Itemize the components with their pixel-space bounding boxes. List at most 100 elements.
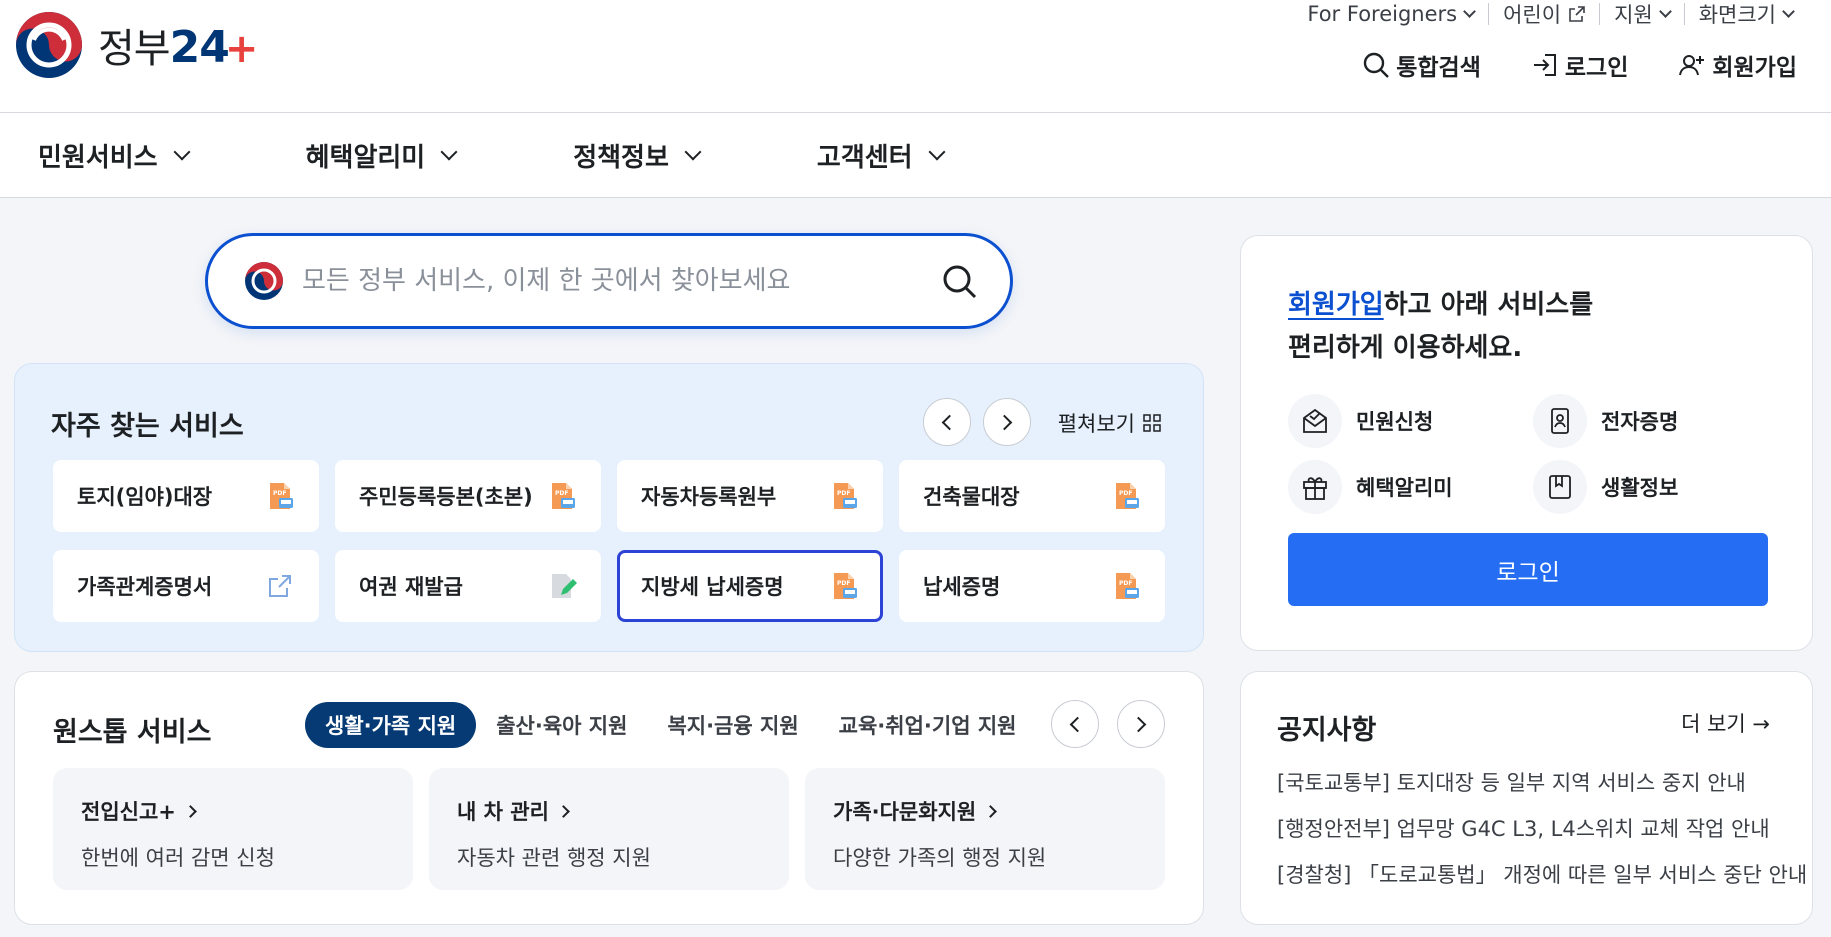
site-logo[interactable]: 정부 24 + — [14, 10, 258, 80]
chevron-down-icon — [684, 143, 702, 161]
search-submit-icon[interactable] — [942, 264, 978, 300]
notice-item[interactable]: [행정안전부] 업무망 G4C L3, L4스위치 교체 작업 안내 — [1277, 806, 1807, 852]
notice-more-link[interactable]: 더 보기 → — [1681, 708, 1770, 738]
main-navigation: 민원서비스 혜택알리미 정책정보 고객센터 — [0, 113, 1831, 198]
chevron-down-icon — [1782, 4, 1795, 18]
signup-inline-link[interactable]: 회원가입 — [1288, 290, 1384, 320]
feature-icon-wrap — [1288, 394, 1342, 448]
service-label: 토지(임야)대장 — [77, 485, 213, 509]
util-screen-size[interactable]: 화면크기 — [1683, 3, 1807, 27]
chevron-right-icon — [557, 804, 570, 818]
feature-label: 혜택알리미 — [1356, 476, 1453, 500]
util-support[interactable]: 지원 — [1599, 3, 1684, 27]
notice-item[interactable]: [국토교통부] 토지대장 등 일부 지역 서비스 중지 안내 — [1277, 760, 1807, 806]
service-tax-certificate[interactable]: 납세증명 PDF — [899, 550, 1165, 622]
util-kids[interactable]: 어린이 — [1488, 3, 1599, 27]
onestop-title: 원스톱 서비스 — [53, 717, 212, 748]
login-panel: 회원가입하고 아래 서비스를 편리하게 이용하세요. 민원신청 전자증명 혜택알… — [1240, 235, 1813, 651]
nav-customer-center[interactable]: 고객센터 — [816, 137, 946, 174]
chevron-left-icon — [941, 414, 958, 430]
notice-list: [국토교통부] 토지대장 등 일부 지역 서비스 중지 안내 [행정안전부] 업… — [1277, 760, 1807, 898]
svg-text:PDF: PDF — [273, 490, 286, 497]
onestop-card-family-multicultural[interactable]: 가족·다문화지원 다양한 가족의 행정 지원 — [805, 768, 1165, 890]
service-label: 지방세 납세증명 — [641, 575, 784, 599]
bookmark-icon — [1549, 475, 1571, 499]
svg-text:PDF: PDF — [1119, 490, 1132, 497]
feature-icon-wrap — [1533, 460, 1587, 514]
util-label: For Foreigners — [1307, 2, 1458, 26]
service-building-register[interactable]: 건축물대장 PDF — [899, 460, 1165, 532]
onestop-card-move-in[interactable]: 전입신고+ 한번에 여러 감면 신청 — [53, 768, 413, 890]
taegeuk-emblem-icon — [245, 262, 283, 300]
taegeuk-logo-icon — [16, 12, 82, 78]
chevron-down-icon — [1658, 4, 1672, 18]
onestop-prev-button[interactable] — [1051, 700, 1099, 748]
feature-icon-wrap — [1288, 460, 1342, 514]
feature-civil-application[interactable]: 민원신청 — [1288, 394, 1433, 448]
integrated-search-label: 통합검색 — [1396, 55, 1481, 81]
card-desc: 자동차 관련 행정 지원 — [457, 846, 651, 870]
card-title-text: 가족·다문화지원 — [833, 800, 977, 824]
integrated-search-link[interactable]: 통합검색 — [1362, 48, 1481, 82]
expand-view-button[interactable]: 펼쳐보기 — [1058, 408, 1161, 438]
search-input[interactable] — [302, 266, 882, 296]
feature-benefit-alerts[interactable]: 혜택알리미 — [1288, 460, 1453, 514]
tab-birth-childcare[interactable]: 출산·육아 지원 — [476, 702, 647, 748]
nav-label: 혜택알리미 — [305, 142, 426, 173]
card-desc: 한번에 여러 감면 신청 — [81, 846, 275, 870]
chevron-down-icon — [440, 143, 458, 161]
service-label: 가족관계증명서 — [77, 575, 213, 599]
login-icon — [1533, 54, 1556, 76]
login-message: 회원가입하고 아래 서비스를 편리하게 이용하세요. — [1288, 284, 1593, 370]
svg-text:PDF: PDF — [837, 580, 850, 587]
onestop-next-button[interactable] — [1117, 700, 1165, 748]
nav-civil-services[interactable]: 민원서비스 — [38, 137, 191, 174]
notice-item[interactable]: [경찰청] 「도로교통법」 개정에 따른 일부 서비스 중단 안내 — [1277, 852, 1807, 898]
search-icon — [1364, 52, 1390, 78]
feature-label: 민원신청 — [1356, 410, 1434, 434]
chevron-left-icon — [1069, 716, 1086, 732]
chevron-right-icon — [984, 804, 998, 818]
nav-label: 고객센터 — [816, 142, 913, 173]
login-button[interactable]: 로그인 — [1288, 533, 1768, 606]
service-resident-register[interactable]: 주민등록등본(초본) PDF — [335, 460, 601, 532]
service-local-tax-certificate[interactable]: 지방세 납세증명 PDF — [617, 550, 883, 622]
pdf-icon: PDF — [1116, 483, 1139, 509]
svg-text:PDF: PDF — [1119, 580, 1132, 587]
feature-label: 생활정보 — [1601, 476, 1679, 500]
signup-link[interactable]: 회원가입 — [1678, 48, 1797, 82]
main-search-bar — [205, 233, 1013, 329]
envelope-check-icon — [1303, 408, 1327, 433]
feature-life-info[interactable]: 생활정보 — [1533, 460, 1678, 514]
util-label: 어린이 — [1503, 3, 1562, 27]
login-link[interactable]: 로그인 — [1531, 48, 1628, 82]
nav-policy-info[interactable]: 정책정보 — [573, 137, 702, 174]
logo-name: 정부 — [98, 26, 171, 72]
service-family-certificate[interactable]: 가족관계증명서 — [53, 550, 319, 622]
service-passport-reissue[interactable]: 여권 재발급 — [335, 550, 601, 622]
card-title-text: 전입신고+ — [81, 800, 176, 824]
service-land-register[interactable]: 토지(임야)대장 PDF — [53, 460, 319, 532]
tab-education-employment[interactable]: 교육·취업·기업 지원 — [819, 702, 1037, 748]
pdf-icon: PDF — [1116, 573, 1139, 599]
frequent-services-title: 자주 찾는 서비스 — [51, 411, 244, 442]
service-vehicle-register[interactable]: 자동차등록원부 PDF — [617, 460, 883, 532]
frequent-prev-button[interactable] — [923, 398, 971, 446]
tab-life-family[interactable]: 생활·가족 지원 — [305, 702, 477, 748]
nav-benefit-alerts[interactable]: 혜택알리미 — [305, 137, 458, 174]
onestop-card-my-car[interactable]: 내 차 관리 자동차 관련 행정 지원 — [429, 768, 789, 890]
util-for-foreigners[interactable]: For Foreigners — [1293, 2, 1488, 26]
chevron-right-icon — [1130, 716, 1147, 732]
util-label: 지원 — [1614, 3, 1653, 27]
service-label: 건축물대장 — [923, 485, 1020, 509]
tab-welfare-finance[interactable]: 복지·금융 지원 — [647, 702, 818, 748]
frequent-services-panel: 자주 찾는 서비스 펼쳐보기 토지(임야)대장 PDF 주민등록등본(초본) P… — [14, 363, 1204, 652]
card-title: 내 차 관리 — [457, 796, 761, 826]
feature-e-certificate[interactable]: 전자증명 — [1533, 394, 1678, 448]
frequent-next-button[interactable] — [983, 398, 1031, 446]
site-header: 정부 24 + For Foreigners 어린이 지원 화면크기 통합검색 … — [0, 0, 1831, 113]
edit-document-icon — [552, 574, 577, 598]
svg-text:PDF: PDF — [555, 490, 568, 497]
chevron-right-icon — [184, 804, 197, 818]
utility-links: For Foreigners 어린이 지원 화면크기 — [1293, 0, 1807, 28]
